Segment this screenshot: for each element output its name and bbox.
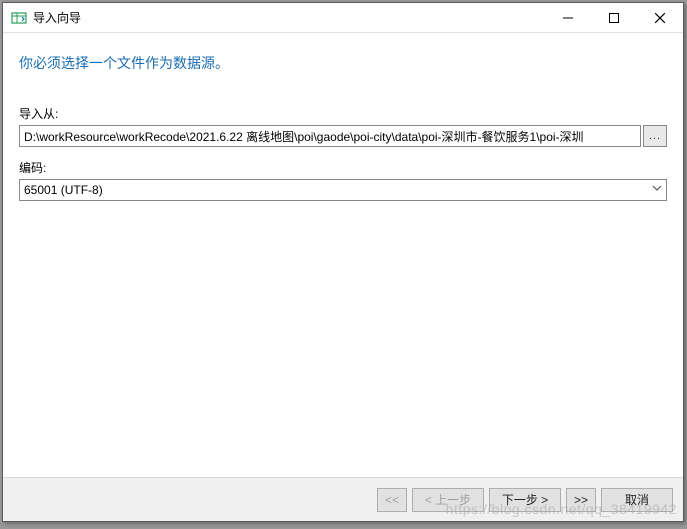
- content-area: 你必须选择一个文件作为数据源。 导入从: ... 编码: 65001 (UTF-…: [3, 33, 683, 477]
- app-icon: [11, 10, 27, 26]
- instruction-heading: 你必须选择一个文件作为数据源。: [19, 53, 667, 73]
- encoding-value: 65001 (UTF-8): [19, 179, 667, 201]
- import-from-input[interactable]: [19, 125, 641, 147]
- encoding-select[interactable]: 65001 (UTF-8): [19, 179, 667, 201]
- encoding-row: 65001 (UTF-8): [19, 179, 667, 201]
- titlebar: 导入向导: [3, 3, 683, 33]
- browse-button[interactable]: ...: [643, 125, 667, 147]
- cancel-button[interactable]: 取消: [601, 488, 673, 512]
- close-button[interactable]: [637, 3, 683, 32]
- import-from-row: ...: [19, 125, 667, 147]
- next-button[interactable]: 下一步 >: [489, 488, 561, 512]
- window-title: 导入向导: [33, 9, 545, 26]
- back-button[interactable]: < 上一步: [412, 488, 484, 512]
- import-from-label: 导入从:: [19, 105, 667, 122]
- last-button[interactable]: >>: [566, 488, 596, 512]
- maximize-button[interactable]: [591, 3, 637, 32]
- first-button[interactable]: <<: [377, 488, 407, 512]
- wizard-window: 导入向导 你必须选择一个文件作为数据源。 导入从: ... 编码: 65001 …: [2, 2, 684, 522]
- content-spacer: [19, 213, 667, 467]
- encoding-label: 编码:: [19, 159, 667, 176]
- footer: << < 上一步 下一步 > >> 取消: [3, 477, 683, 521]
- minimize-button[interactable]: [545, 3, 591, 32]
- window-controls: [545, 3, 683, 32]
